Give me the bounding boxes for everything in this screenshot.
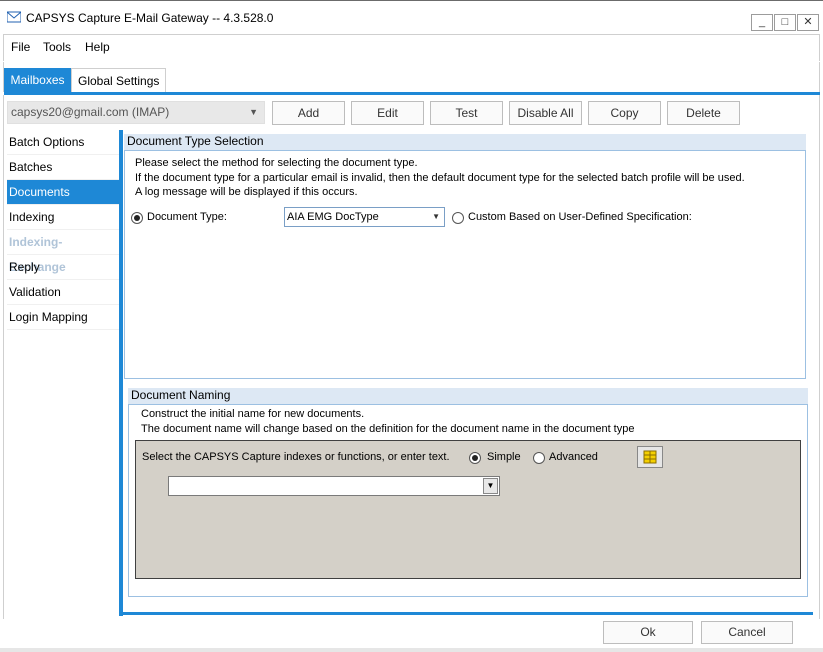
cancel-button[interactable]: Cancel <box>701 621 793 644</box>
disable-all-button[interactable]: Disable All <box>509 101 582 125</box>
mailbox-select[interactable]: capsys20@gmail.com (IMAP) ▼ <box>7 101 265 124</box>
doctype-select-value: AIA EMG DocType <box>287 211 379 223</box>
nav-documents[interactable]: Documents <box>7 180 119 205</box>
maximize-button[interactable]: □ <box>774 14 796 31</box>
advanced-radio[interactable] <box>533 452 545 464</box>
simple-radio[interactable] <box>469 452 481 464</box>
naming-instructions-1: Construct the initial name for new docum… <box>141 408 365 420</box>
minimize-button[interactable]: _ <box>751 14 773 31</box>
nav-reply[interactable]: Reply <box>7 255 119 280</box>
chevron-down-icon: ▼ <box>249 107 258 117</box>
menu-file[interactable]: File <box>11 40 30 54</box>
nav-batches[interactable]: Batches <box>7 155 119 180</box>
doctype-section-header: Document Type Selection <box>124 134 806 150</box>
tab-mailboxes[interactable]: Mailboxes <box>4 68 71 93</box>
naming-panel-label: Select the CAPSYS Capture indexes or fun… <box>142 451 450 463</box>
add-button[interactable]: Add <box>272 101 345 125</box>
mailbox-select-value: capsys20@gmail.com (IMAP) <box>11 105 170 119</box>
nav-indexing-exchange: Indexing-Exchange <box>7 230 119 274</box>
doctype-instructions-2: If the document type for a particular em… <box>135 172 745 184</box>
menu-help[interactable]: Help <box>85 40 110 54</box>
window-title: CAPSYS Capture E-Mail Gateway -- 4.3.528… <box>26 11 274 25</box>
advanced-radio-label: Advanced <box>549 451 598 463</box>
naming-combo[interactable]: ▼ <box>168 476 500 496</box>
delete-button[interactable]: Delete <box>667 101 740 125</box>
function-builder-button[interactable] <box>637 446 663 468</box>
copy-button[interactable]: Copy <box>588 101 661 125</box>
nav-indexing[interactable]: Indexing <box>7 205 119 230</box>
window-bottom-edge <box>0 648 823 652</box>
doctype-section <box>124 150 806 379</box>
nav-login-mapping[interactable]: Login Mapping <box>7 305 119 330</box>
naming-instructions-2: The document name will change based on t… <box>141 423 635 435</box>
doctype-instructions-3: A log message will be displayed if this … <box>135 186 358 198</box>
content-border-left <box>119 130 123 616</box>
test-button[interactable]: Test <box>430 101 503 125</box>
chevron-down-icon[interactable]: ▼ <box>483 478 498 494</box>
naming-section-header: Document Naming <box>128 388 808 404</box>
nav-batch-options[interactable]: Batch Options <box>7 130 119 155</box>
ok-button[interactable]: Ok <box>603 621 693 644</box>
app-icon <box>7 11 21 23</box>
simple-radio-label: Simple <box>487 451 521 463</box>
menu-tools[interactable]: Tools <box>43 40 71 54</box>
tab-global-settings[interactable]: Global Settings <box>71 68 167 93</box>
menu-bar <box>3 34 820 61</box>
database-icon <box>643 450 657 464</box>
chevron-down-icon: ▼ <box>432 212 440 221</box>
doctype-radio-label: Document Type: <box>147 211 227 223</box>
close-button[interactable]: ✕ <box>797 14 819 31</box>
edit-button[interactable]: Edit <box>351 101 424 125</box>
doctype-instructions-1: Please select the method for selecting t… <box>135 157 418 169</box>
doctype-radio[interactable] <box>131 212 143 224</box>
doctype-select[interactable]: AIA EMG DocType ▼ <box>284 207 445 227</box>
content-border-bottom <box>119 612 813 615</box>
custom-radio[interactable] <box>452 212 464 224</box>
nav-validation[interactable]: Validation <box>7 280 119 305</box>
custom-radio-label: Custom Based on User-Defined Specificati… <box>468 211 692 223</box>
